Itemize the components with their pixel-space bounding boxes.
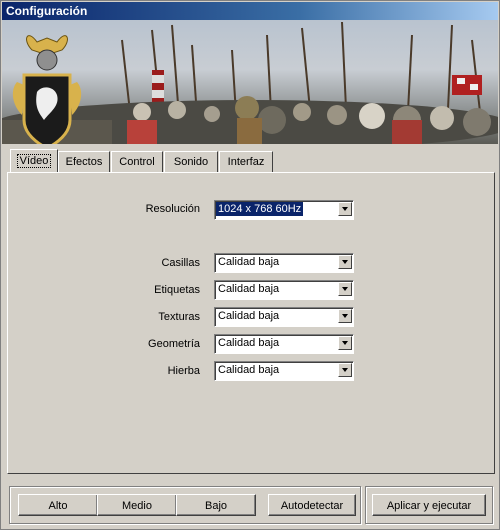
casillas-value: Calidad baja	[218, 256, 280, 268]
resolution-value: 1024 x 768 60Hz	[216, 202, 304, 216]
etiquetas-value: Calidad baja	[218, 283, 280, 295]
preset-alto-button[interactable]: Alto	[18, 494, 98, 516]
chevron-down-icon[interactable]	[338, 255, 352, 269]
casillas-label: Casillas	[161, 257, 200, 269]
chevron-down-icon[interactable]	[338, 336, 352, 350]
chevron-down-icon[interactable]	[338, 363, 352, 377]
apply-group: Aplicar y ejecutar	[365, 486, 493, 524]
preset-bajo-button[interactable]: Bajo	[176, 494, 256, 516]
texturas-value: Calidad baja	[218, 310, 280, 322]
config-window: Configuración Vídeo Efectos Control Soni…	[0, 0, 500, 530]
casillas-select[interactable]: Calidad baja	[214, 253, 354, 273]
tab-efectos[interactable]: Efectos	[58, 151, 110, 172]
banner-flags	[152, 70, 482, 110]
medieval-army-banner	[2, 21, 498, 144]
hierba-select[interactable]: Calidad baja	[214, 361, 354, 381]
resolution-label: Resolución	[145, 203, 200, 215]
tab-sonido[interactable]: Sonido	[164, 151, 218, 172]
video-settings-panel: Resolución 1024 x 768 60Hz Casillas Cali…	[7, 172, 495, 474]
chevron-down-icon[interactable]	[338, 202, 352, 216]
tab-video[interactable]: Vídeo	[10, 149, 58, 172]
chevron-down-icon[interactable]	[338, 282, 352, 296]
title-bar[interactable]: Configuración	[2, 2, 498, 20]
etiquetas-label: Etiquetas	[154, 284, 200, 296]
chevron-down-icon[interactable]	[338, 309, 352, 323]
texturas-label: Texturas	[158, 311, 200, 323]
geometria-label: Geometría	[148, 338, 200, 350]
texturas-select[interactable]: Calidad baja	[214, 307, 354, 327]
geometria-value: Calidad baja	[218, 337, 280, 349]
window-title: Configuración	[6, 4, 88, 18]
preset-group: Alto Medio Bajo Autodetectar	[9, 486, 361, 524]
apply-run-button[interactable]: Aplicar y ejecutar	[372, 494, 486, 516]
autodetect-button[interactable]: Autodetectar	[268, 494, 356, 516]
banner-artwork	[2, 20, 498, 144]
preset-medio-button[interactable]: Medio	[97, 494, 177, 516]
tab-control[interactable]: Control	[111, 151, 163, 172]
hierba-label: Hierba	[167, 365, 200, 377]
etiquetas-select[interactable]: Calidad baja	[214, 280, 354, 300]
resolution-select[interactable]: 1024 x 768 60Hz	[214, 200, 354, 220]
tab-interfaz[interactable]: Interfaz	[219, 151, 273, 172]
hierba-value: Calidad baja	[218, 364, 280, 376]
tab-strip: Vídeo Efectos Control Sonido Interfaz	[7, 149, 495, 173]
geometria-select[interactable]: Calidad baja	[214, 334, 354, 354]
